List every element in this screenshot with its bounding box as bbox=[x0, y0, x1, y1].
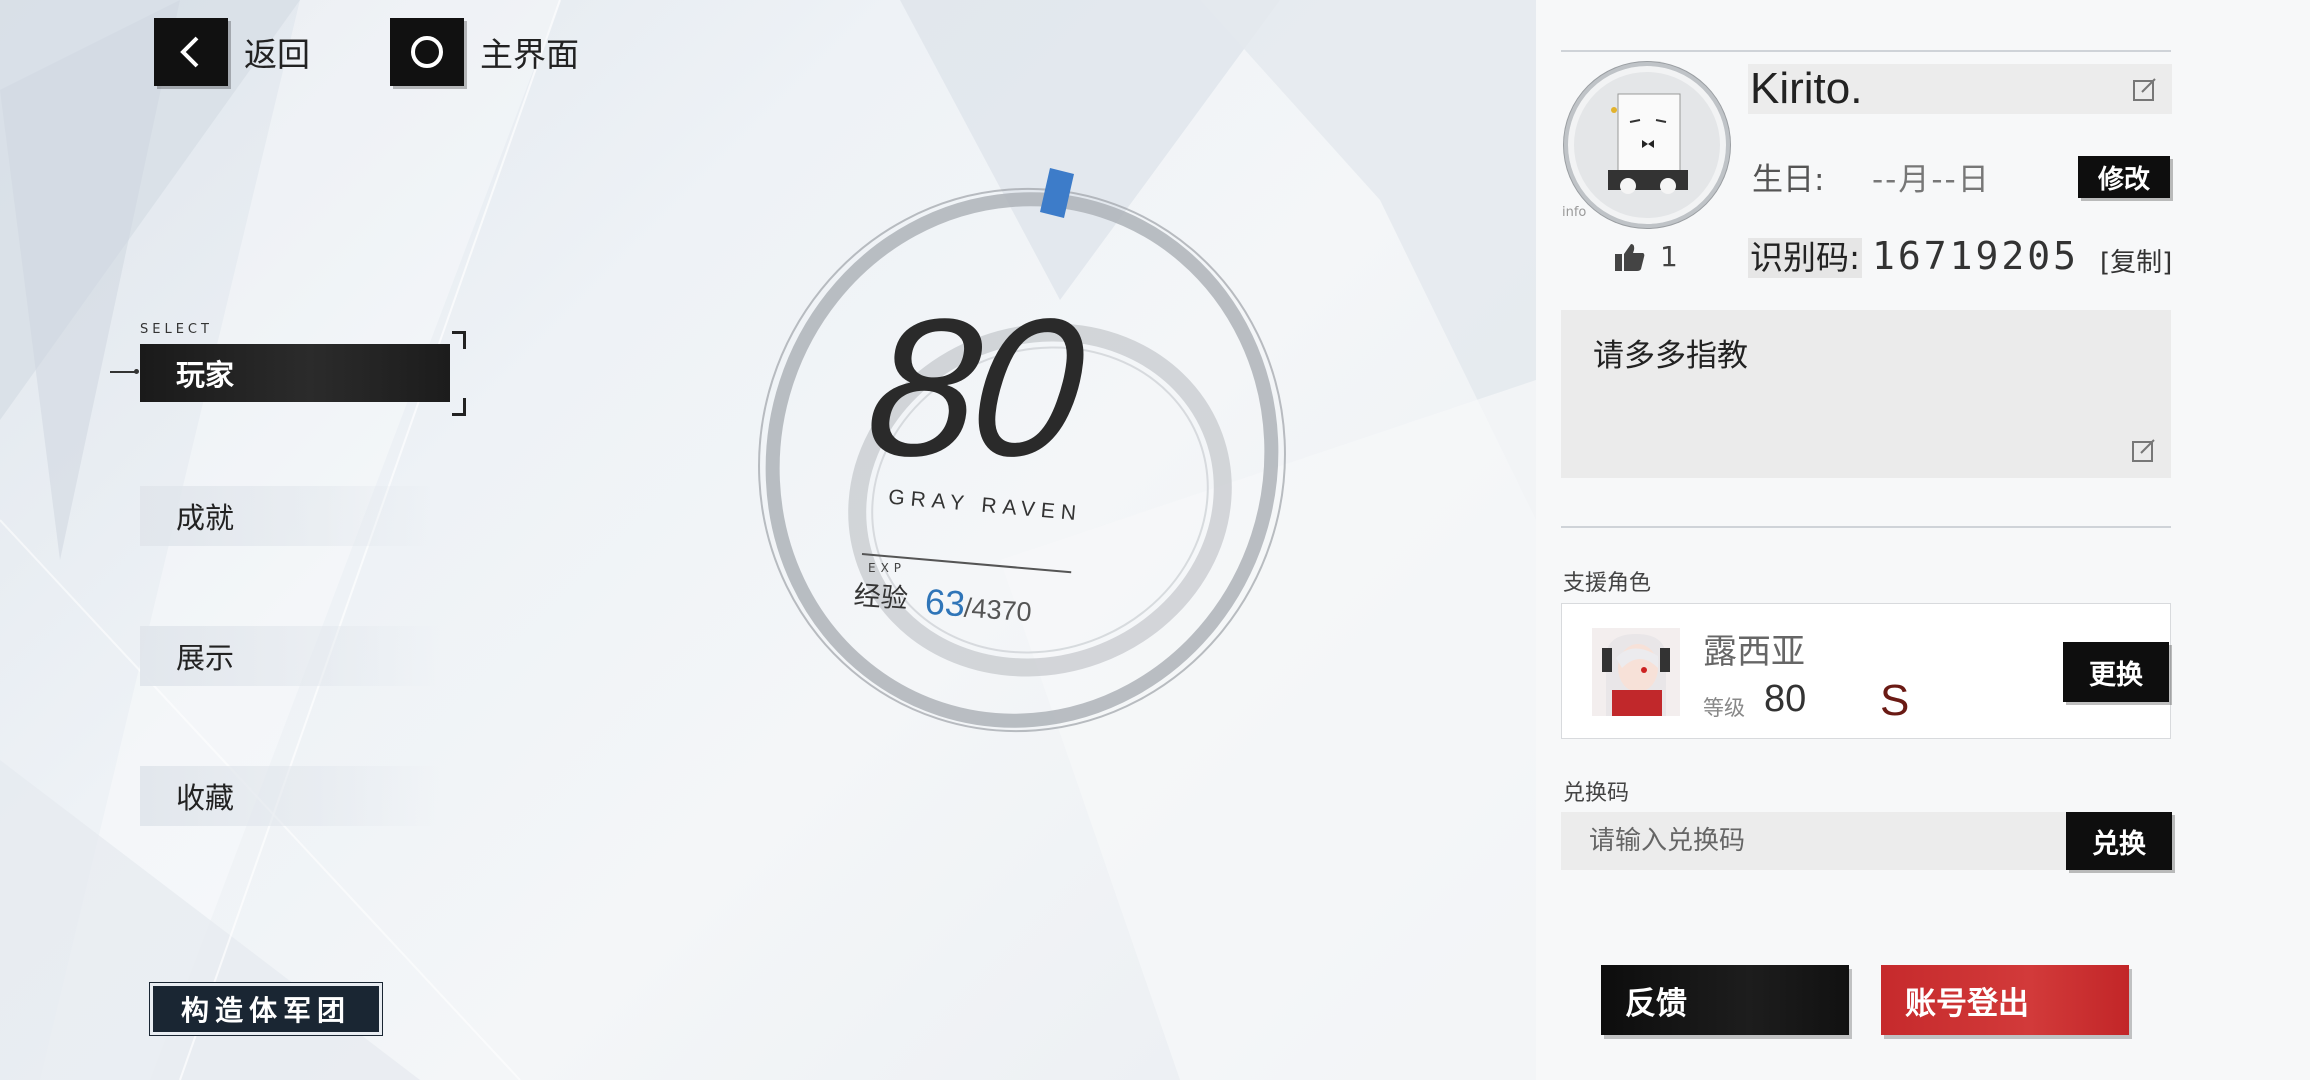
home-label: 主界面 bbox=[480, 35, 579, 74]
signature-text: 请多多指教 bbox=[1593, 338, 1748, 374]
feedback-button[interactable]: 反馈 bbox=[1601, 965, 1849, 1035]
character-name: 露西亚 bbox=[1703, 632, 1805, 672]
redeem-button[interactable]: 兑换 bbox=[2066, 812, 2172, 870]
logout-button[interactable]: 账号登出 bbox=[1881, 965, 2129, 1035]
back-button[interactable]: 返回 bbox=[154, 18, 310, 86]
back-label: 返回 bbox=[244, 35, 310, 74]
avatar-info-tag: info bbox=[1562, 205, 1587, 220]
change-support-button[interactable]: 更换 bbox=[2063, 642, 2169, 702]
copy-uid-button[interactable]: [复制] bbox=[2100, 242, 2172, 279]
like-count: 1 bbox=[1660, 240, 1678, 273]
character-level: 80 bbox=[1764, 678, 1807, 720]
exp-current: 63 bbox=[923, 580, 967, 625]
select-tag: SELECT bbox=[140, 322, 213, 337]
exp-label: 经验 bbox=[852, 580, 909, 615]
player-name: Kirito. bbox=[1750, 64, 1863, 113]
birthday-value: --月--日 bbox=[1872, 162, 1991, 198]
divider-middle bbox=[1561, 526, 2171, 528]
menu-item-label: 收藏 bbox=[176, 781, 235, 815]
selection-bracket-top bbox=[452, 331, 466, 349]
construct-legion-button[interactable]: 构造体军团 bbox=[150, 983, 382, 1035]
uid-value: 16719205 bbox=[1872, 234, 2080, 278]
menu-item-collection[interactable]: 收藏 bbox=[140, 766, 440, 826]
back-arrow-icon bbox=[154, 18, 228, 86]
divider-top bbox=[1561, 50, 2171, 52]
home-circle-icon bbox=[390, 18, 464, 86]
selection-bracket-bottom bbox=[452, 398, 466, 416]
exp-progress-marker bbox=[1040, 168, 1074, 218]
support-section-title: 支援角色 bbox=[1563, 571, 1652, 596]
home-button[interactable]: 主界面 bbox=[390, 18, 579, 86]
menu-item-label: 展示 bbox=[176, 641, 235, 675]
character-rank: S bbox=[1880, 676, 1910, 725]
support-character-card: 露西亚 等级 80 S 更换 bbox=[1561, 603, 2171, 739]
signature-field[interactable]: 请多多指教 bbox=[1561, 310, 2171, 478]
menu-item-label: 成就 bbox=[176, 501, 235, 535]
uid-label: 识别码: bbox=[1748, 238, 1863, 278]
edit-icon[interactable] bbox=[2132, 77, 2158, 103]
menu-item-display[interactable]: 展示 bbox=[140, 626, 440, 686]
modify-birthday-button[interactable]: 修改 bbox=[2078, 156, 2170, 198]
menu-item-achievements[interactable]: 成就 bbox=[140, 486, 440, 546]
thumbs-up-icon bbox=[1615, 243, 1645, 271]
character-portrait bbox=[1592, 628, 1680, 716]
player-name-field[interactable]: Kirito. bbox=[1748, 64, 2172, 114]
player-avatar[interactable] bbox=[1564, 62, 1730, 228]
menu-item-label: 玩家 bbox=[176, 358, 235, 392]
exp-tag: EXP bbox=[868, 561, 907, 575]
redeem-code-input[interactable] bbox=[1561, 812, 2066, 870]
exp-max: /4370 bbox=[963, 592, 1033, 628]
selection-pointer bbox=[110, 369, 139, 374]
character-level-label: 等级 bbox=[1703, 696, 1745, 720]
redeem-section-title: 兑换码 bbox=[1563, 781, 1630, 806]
like-button[interactable]: 1 bbox=[1614, 240, 1678, 273]
birthday-label: 生日: bbox=[1752, 162, 1825, 198]
menu-item-player[interactable]: 玩家 bbox=[140, 344, 450, 402]
player-level: 80 bbox=[858, 278, 1088, 497]
edit-icon[interactable] bbox=[2131, 438, 2157, 464]
